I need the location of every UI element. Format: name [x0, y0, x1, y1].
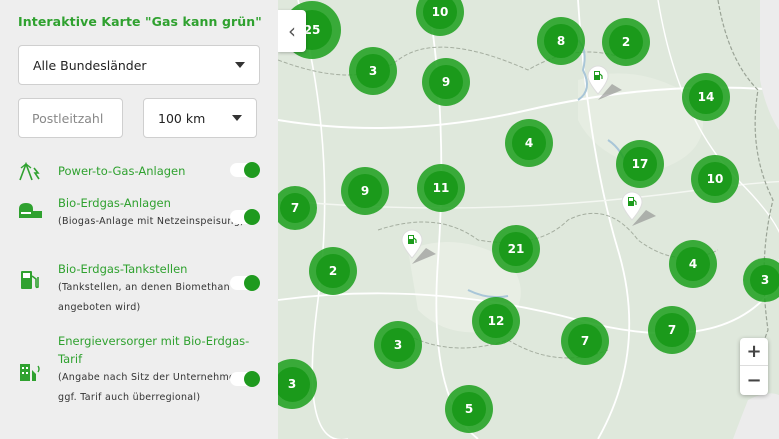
- map-cluster[interactable]: 2: [602, 18, 650, 66]
- layer-list: Power-to-Gas-Anlagen Bio-Erdgas-Anlagen …: [18, 154, 260, 432]
- cluster-count: 7: [655, 313, 689, 347]
- map-cluster[interactable]: 10: [691, 155, 739, 203]
- cluster-count: 3: [749, 264, 779, 296]
- postcode-input[interactable]: Postleitzahl: [18, 98, 123, 138]
- map-cluster[interactable]: 7: [648, 306, 696, 354]
- fuel-station-marker[interactable]: [620, 190, 660, 230]
- layer-label: Bio-Erdgas-Anlagen: [58, 196, 171, 210]
- fuel-station-marker[interactable]: [586, 64, 626, 104]
- cluster-count: 3: [356, 54, 390, 88]
- cluster-count: 9: [429, 65, 463, 99]
- cluster-count: 21: [499, 232, 533, 266]
- map-cluster[interactable]: 7: [561, 317, 609, 365]
- postcode-placeholder: Postleitzahl: [32, 110, 104, 126]
- layer-fuel-stations: Bio-Erdgas-Tankstellen (Tankstellen, an …: [18, 254, 260, 332]
- map-cluster[interactable]: 21: [492, 225, 540, 273]
- chevron-left-icon: ‹: [288, 19, 296, 43]
- cluster-count: 3: [381, 328, 415, 362]
- cluster-count: 5: [452, 392, 486, 426]
- sidebar-title: Interaktive Karte "Gas kann grün": [18, 14, 262, 29]
- toggle-fuel-stations[interactable]: [230, 275, 260, 291]
- map-cluster[interactable]: 17: [616, 140, 664, 188]
- map-cluster[interactable]: 2: [309, 247, 357, 295]
- cluster-count: 3: [278, 366, 310, 402]
- radius-select[interactable]: 100 km: [143, 98, 257, 138]
- fuel-station-marker[interactable]: [400, 228, 440, 268]
- layer-energy-suppliers: Energieversorger mit Bio-Erdgas-Tarif (A…: [18, 332, 260, 432]
- cluster-count: 8: [544, 24, 578, 58]
- zoom-control: + −: [740, 338, 768, 395]
- layer-power-to-gas: Power-to-Gas-Anlagen: [18, 154, 260, 188]
- energy-supplier-icon: [18, 332, 58, 384]
- map-cluster[interactable]: 4: [669, 240, 717, 288]
- layer-label: Bio-Erdgas-Tankstellen: [58, 262, 188, 276]
- map-cluster[interactable]: 9: [422, 58, 470, 106]
- chevron-down-icon: [235, 62, 245, 68]
- radius-select-value: 100 km: [158, 110, 206, 126]
- map-cluster[interactable]: 11: [417, 164, 465, 212]
- toggle-biogas[interactable]: [230, 209, 260, 225]
- cluster-count: 10: [698, 162, 732, 196]
- map-cluster[interactable]: 9: [341, 167, 389, 215]
- map-cluster[interactable]: 8: [537, 17, 585, 65]
- map-cluster[interactable]: 14: [682, 73, 730, 121]
- cluster-count: 7: [568, 324, 602, 358]
- map-cluster[interactable]: 5: [445, 385, 493, 433]
- zoom-in-button[interactable]: +: [740, 338, 768, 366]
- cluster-count: 2: [316, 254, 350, 288]
- map-cluster[interactable]: 3: [743, 258, 779, 302]
- cluster-count: 2: [609, 25, 643, 59]
- state-select[interactable]: Alle Bundesländer: [18, 45, 260, 85]
- cluster-count: 7: [279, 192, 311, 224]
- toggle-power-to-gas[interactable]: [230, 162, 260, 178]
- cluster-count: 12: [479, 304, 513, 338]
- chevron-down-icon: [232, 115, 242, 121]
- map-cluster[interactable]: 4: [505, 119, 553, 167]
- fuel-pump-icon: [18, 260, 58, 292]
- sidebar: Interaktive Karte "Gas kann grün" Alle B…: [0, 0, 278, 439]
- cluster-count: 17: [623, 147, 657, 181]
- toggle-energy-suppliers[interactable]: [230, 371, 260, 387]
- map[interactable]: 25 10 8 2 3 9 14 4 17 10 7 9 11 21 2 4 3 12 7 7 3 3 5 ‹ + −: [278, 0, 779, 439]
- cluster-count: 4: [512, 126, 546, 160]
- cluster-count: 10: [423, 0, 457, 29]
- biogas-plant-icon: [18, 194, 58, 220]
- collapse-sidebar-button[interactable]: ‹: [278, 10, 306, 52]
- map-cluster[interactable]: 3: [374, 321, 422, 369]
- cluster-count: 14: [689, 80, 723, 114]
- cluster-count: 11: [424, 171, 458, 205]
- layer-desc: (Angabe nach Sitz der Unternehmen, ggf. …: [58, 372, 245, 403]
- map-cluster[interactable]: 12: [472, 297, 520, 345]
- layer-label: Energieversorger mit Bio-Erdgas-Tarif: [58, 334, 250, 366]
- zoom-out-button[interactable]: −: [740, 366, 768, 394]
- cluster-count: 9: [348, 174, 382, 208]
- layer-biogas: Bio-Erdgas-Anlagen (Biogas-Anlage mit Ne…: [18, 188, 260, 254]
- map-cluster[interactable]: 3: [349, 47, 397, 95]
- cluster-count: 4: [676, 247, 710, 281]
- power-to-gas-icon: [18, 162, 58, 182]
- state-select-value: Alle Bundesländer: [33, 57, 147, 73]
